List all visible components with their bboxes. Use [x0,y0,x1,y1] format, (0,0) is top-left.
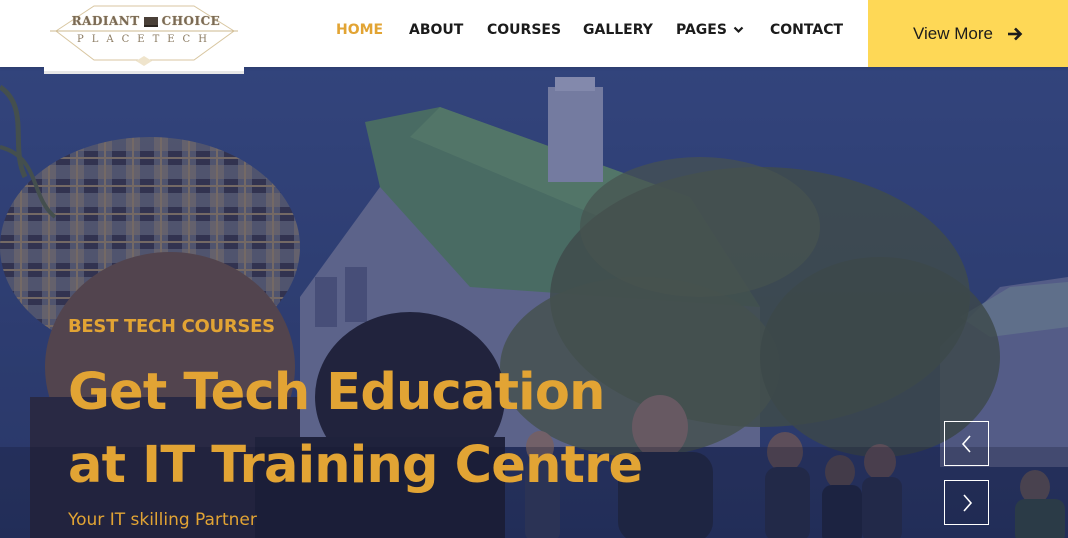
slider-next-button[interactable] [944,480,989,525]
laptop-icon [143,16,158,27]
hero-eyebrow: BEST TECH COURSES [68,316,275,337]
logo-word-choice: CHOICE [161,14,221,28]
hero-tagline: Your IT skilling Partner [68,510,257,530]
nav-courses[interactable]: COURSES [487,0,561,60]
nav-pages[interactable]: PAGES [676,0,744,60]
chevron-left-icon [961,434,971,453]
nav-about[interactable]: ABOUT [409,0,463,60]
chevron-down-icon [733,26,744,34]
logo-wordmark-top: RADIANT CHOICE [52,14,240,28]
arrow-right-icon [1008,27,1023,40]
logo[interactable]: RADIANT CHOICE PLACETECH [44,0,244,74]
hero-headline: Get Tech Education at IT Training Centre [68,356,868,502]
hero-headline-line-1: Get Tech Education [68,363,605,422]
view-more-label: View More [913,23,993,43]
nav-home[interactable]: HOME [336,0,383,60]
hero-headline-line-2: at IT Training Centre [68,436,643,495]
nav-gallery-label: GALLERY [583,22,653,38]
nav-pages-label: PAGES [676,22,727,38]
logo-word-radiant: RADIANT [71,14,140,28]
view-more-button[interactable]: View More [868,0,1068,67]
chevron-right-icon [962,493,972,512]
logo-wordmark-bottom: PLACETECH [77,34,215,45]
slider-prev-button[interactable] [944,421,989,466]
nav-courses-label: COURSES [487,22,562,38]
nav-contact[interactable]: CONTACT [770,0,843,60]
nav-gallery[interactable]: GALLERY [583,0,653,60]
nav-home-label: HOME [336,22,384,38]
nav-contact-label: CONTACT [770,22,844,38]
nav-about-label: ABOUT [409,22,464,38]
